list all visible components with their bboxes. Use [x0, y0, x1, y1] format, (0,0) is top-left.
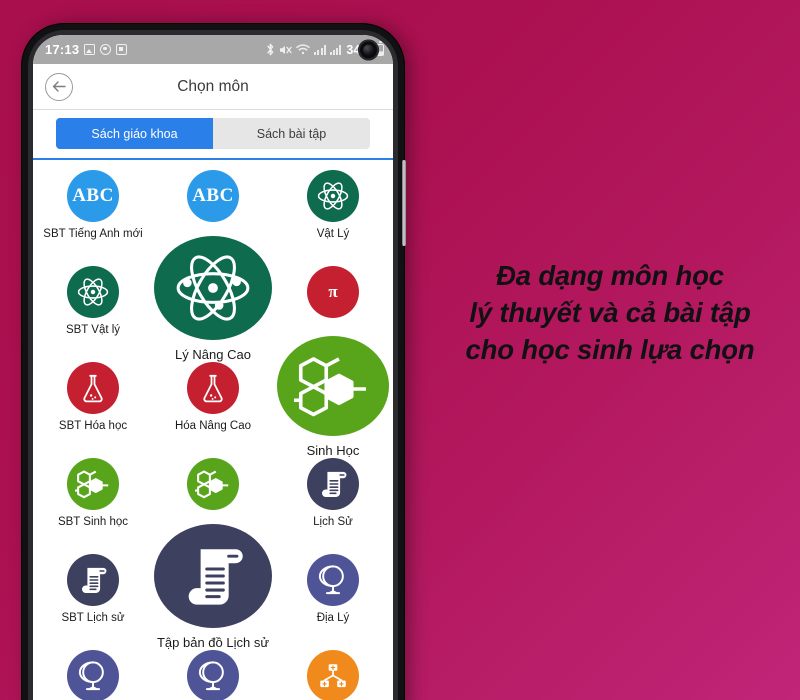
- mute-icon: [279, 44, 292, 56]
- subject-label: SBT Hóa học: [58, 420, 128, 432]
- promo-line-1: Đa dạng môn học: [496, 260, 724, 291]
- subject-label: SBT Vật lý: [65, 324, 121, 336]
- abc-icon: ABC: [187, 170, 239, 222]
- subject-item-giao-duc-cong-dan[interactable]: Giáo dục công dân: [273, 650, 393, 700]
- flask-icon: [187, 362, 239, 414]
- atom-icon: [154, 236, 272, 340]
- clock: 17:13: [45, 42, 80, 57]
- atom-icon: [307, 170, 359, 222]
- tab-workbooks[interactable]: Sách bài tập: [213, 118, 370, 149]
- subject-label: Hóa Nâng Cao: [174, 420, 252, 432]
- globe-icon: [67, 650, 119, 700]
- globe-icon: [307, 554, 359, 606]
- subject-item-tap-ban-do-lich-su[interactable]: Tập bản đồ Lịch sử: [153, 524, 273, 650]
- subject-item-tap-ban-do-dia-ly[interactable]: Tập bản đồ Địa lý: [153, 650, 273, 700]
- subject-item-sbt-lich-su[interactable]: SBT Lịch sử: [33, 554, 153, 650]
- civics-icon: [307, 650, 359, 700]
- subject-label: Lý Nâng Cao: [175, 347, 251, 362]
- subject-label: Sinh Học: [306, 443, 360, 458]
- subject-label: Tập bản đồ Lịch sử: [156, 635, 270, 650]
- phone-screen: 17:13 Chọn môn Sách giáo khoa Sách bài t…: [33, 35, 393, 700]
- atom-icon: [67, 266, 119, 318]
- bluetooth-icon: [266, 43, 275, 56]
- front-camera-hole: [358, 39, 379, 60]
- status-bar-left: 17:13: [45, 42, 128, 57]
- subject-item-hoa-nang-cao[interactable]: Hóa Nâng Cao: [153, 362, 273, 458]
- pi-icon: π: [307, 266, 359, 318]
- back-arrow-icon: [52, 81, 66, 92]
- promo-line-3: cho học sinh lựa chọn: [465, 333, 755, 365]
- subject-item-dia-ly[interactable]: Địa Lý: [273, 554, 393, 650]
- abc-icon: ABC: [67, 170, 119, 222]
- subject-item-sbt-dia-ly[interactable]: SBT Địa lý: [33, 650, 153, 700]
- subject-item-ly-nang-cao[interactable]: Lý Nâng Cao: [153, 236, 273, 362]
- subject-label: Lịch Sử: [313, 516, 353, 528]
- phone-device: 17:13 Chọn môn Sách giáo khoa Sách bài t…: [22, 24, 406, 700]
- back-button[interactable]: [45, 72, 73, 101]
- scroll-icon: [67, 554, 119, 606]
- subject-item-vat-ly[interactable]: Vật Lý: [273, 170, 393, 266]
- subject-item-sinh-hoc[interactable]: Sinh Học: [273, 336, 393, 458]
- tab-textbooks[interactable]: Sách giáo khoa: [56, 118, 213, 149]
- power-button[interactable]: [402, 160, 406, 246]
- tab-bar: Sách giáo khoa Sách bài tập: [33, 110, 393, 160]
- subject-item-sbt-vat-ly[interactable]: SBT Vật lý: [33, 266, 153, 362]
- page-title: Chọn môn: [177, 77, 249, 95]
- subject-label: SBT Tiếng Anh mới: [43, 228, 143, 240]
- app-icon: [116, 44, 128, 55]
- signal-1-icon: [314, 44, 326, 55]
- promo-text: Đa dạng môn học lý thuyết và cả bài tập …: [432, 258, 788, 369]
- subject-grid: ABC SBT Tiếng Anh mới ABC Vật Lý SBT Vật…: [33, 160, 393, 700]
- globe-icon: [187, 650, 239, 700]
- subject-label: SBT Lịch sử: [61, 612, 125, 624]
- grid-row: SBT Địa lý Tập bản: [33, 650, 393, 700]
- sync-icon: [100, 44, 112, 55]
- subject-item-sbt-sinh-hoc[interactable]: SBT Sinh học: [33, 458, 153, 554]
- subject-label: Địa Lý: [316, 612, 350, 624]
- scroll-icon: [307, 458, 359, 510]
- scroll-icon: [154, 524, 272, 628]
- app-header: Chọn môn: [33, 64, 393, 110]
- grid-row: SBT Hóa học Hóa Nâng Cao Sinh Học: [33, 336, 393, 458]
- signal-2-icon: [329, 44, 342, 55]
- molecule-icon: [277, 336, 389, 436]
- promo-line-2: lý thuyết và cả bài tập: [469, 296, 751, 328]
- subject-item-sbt-hoa-hoc[interactable]: SBT Hóa học: [33, 362, 153, 458]
- subject-label: Vật Lý: [316, 228, 350, 240]
- subject-label: SBT Sinh học: [57, 516, 129, 528]
- wifi-icon: [296, 44, 310, 55]
- molecule-icon: [187, 458, 239, 510]
- subject-item-sbt-tieng-anh-moi[interactable]: ABC SBT Tiếng Anh mới: [33, 170, 153, 266]
- flask-icon: [67, 362, 119, 414]
- status-bar: 17:13: [33, 35, 393, 64]
- grid-row: SBT Lịch sử Tập bản đồ Lịch sử Địa Lý: [33, 524, 393, 650]
- photo-icon: [84, 44, 96, 55]
- molecule-icon: [67, 458, 119, 510]
- subject-item-lich-su[interactable]: Lịch Sử: [273, 458, 393, 554]
- promo-banner: 17:13 Chọn môn Sách giáo khoa Sách bài t…: [0, 0, 800, 700]
